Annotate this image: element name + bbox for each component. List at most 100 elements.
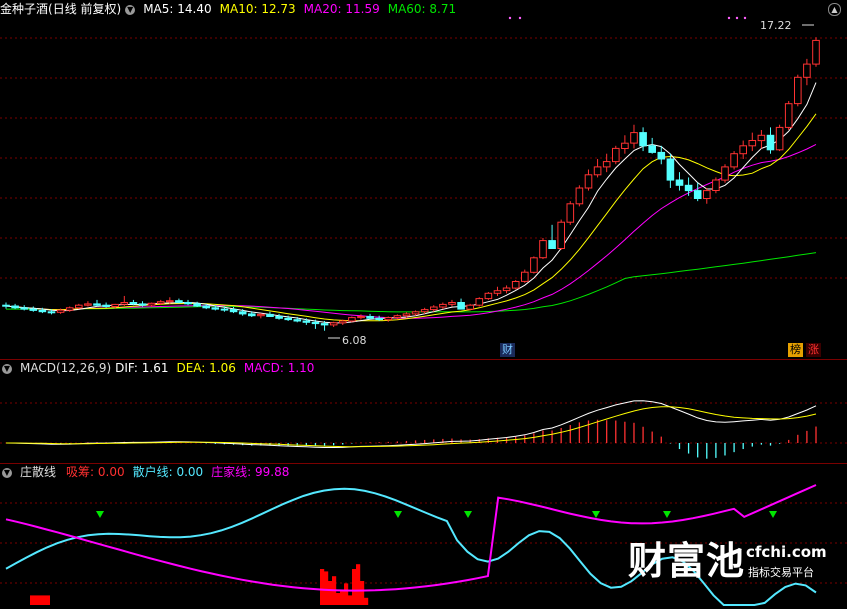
candle [2, 304, 10, 307]
xichou-bar [348, 595, 353, 605]
candle [311, 321, 320, 325]
candle [366, 316, 374, 319]
candle [630, 132, 638, 144]
candle [384, 317, 393, 321]
candle [102, 304, 110, 308]
candle [202, 305, 210, 309]
watermark-logo: 财富池 [628, 539, 746, 583]
candle [266, 313, 274, 317]
candle [530, 257, 538, 273]
candle [348, 317, 356, 322]
candle [648, 145, 657, 153]
xichou-bar [360, 581, 365, 605]
candle [357, 316, 365, 319]
candle [439, 303, 447, 308]
candle [511, 281, 520, 289]
candle [548, 240, 556, 250]
candle [420, 309, 429, 313]
candle [430, 306, 438, 311]
candle [11, 305, 19, 309]
candle [193, 303, 201, 307]
candle [794, 76, 802, 105]
candle [757, 134, 766, 142]
candle [493, 290, 502, 294]
candle [402, 313, 411, 317]
candle [703, 190, 711, 200]
marker-dot [735, 16, 739, 20]
xichou-bar [364, 597, 369, 605]
candle [138, 303, 147, 306]
candle [93, 303, 101, 306]
candle [684, 184, 693, 192]
candle [257, 313, 265, 317]
candle [475, 298, 484, 306]
signal-arrow [96, 511, 104, 518]
candle [38, 309, 47, 313]
marker-dot [518, 16, 522, 20]
candle [739, 145, 748, 155]
candle [329, 322, 338, 326]
candle [47, 311, 56, 314]
marker-dot [727, 16, 731, 20]
candle [457, 302, 465, 310]
candle [320, 323, 329, 326]
candle [593, 166, 602, 176]
candle [812, 39, 820, 65]
xichou-bar [352, 569, 357, 605]
candle [284, 317, 292, 321]
candle [393, 315, 402, 319]
candle [502, 287, 511, 292]
xichou-bar [328, 581, 333, 605]
candle [539, 240, 547, 259]
candle [784, 103, 793, 128]
ma5-line [5, 82, 817, 324]
candle [20, 307, 28, 310]
candle [147, 302, 156, 306]
candle [803, 63, 811, 78]
signal-arrow [769, 511, 777, 518]
candle [575, 187, 584, 205]
candle [675, 179, 684, 186]
candle [484, 292, 493, 300]
candle [657, 151, 666, 160]
signal-arrow [394, 511, 402, 518]
candle [238, 311, 247, 315]
xichou-bar [340, 590, 345, 605]
candle [302, 320, 311, 323]
candle [602, 161, 611, 168]
candle [612, 147, 620, 163]
candle [557, 221, 566, 249]
candle [75, 304, 83, 309]
chart-canvas[interactable] [0, 0, 847, 609]
dif-line [5, 400, 817, 448]
candle [775, 126, 784, 151]
candle [639, 132, 647, 147]
candle [730, 153, 738, 168]
ma20-line [5, 143, 817, 319]
xichou-bar [320, 569, 325, 605]
candle [211, 307, 220, 310]
xichou-bar [336, 593, 341, 605]
marker-dot [508, 16, 512, 20]
candle [584, 174, 593, 189]
ma10-line [5, 113, 817, 322]
candle [84, 303, 92, 306]
candle [766, 134, 775, 151]
candle [166, 300, 174, 303]
candle [411, 311, 420, 315]
candle [748, 140, 757, 147]
signal-arrow [663, 511, 671, 518]
xichou-bar [344, 583, 349, 605]
candle [275, 316, 283, 319]
candle [229, 309, 238, 313]
signal-arrow [592, 511, 600, 518]
candle [466, 304, 474, 310]
candle [448, 302, 456, 305]
candle [29, 308, 38, 311]
xichou-bar [30, 595, 50, 605]
candle [666, 158, 675, 181]
candle [693, 190, 702, 200]
candle [184, 302, 192, 305]
candle [156, 301, 165, 304]
candle [339, 320, 347, 324]
